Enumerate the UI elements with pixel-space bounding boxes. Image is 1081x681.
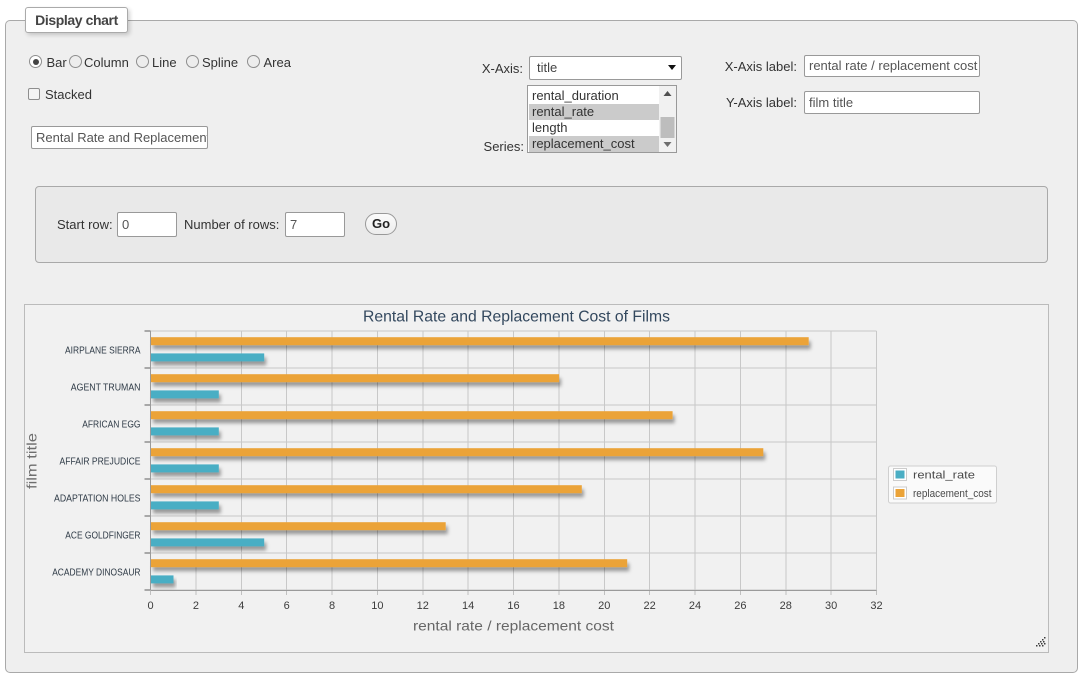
svg-text:ADAPTATION HOLES: ADAPTATION HOLES	[54, 493, 141, 504]
svg-text:6: 6	[284, 600, 290, 612]
svg-text:4: 4	[238, 600, 244, 612]
svg-text:22: 22	[644, 600, 656, 612]
svg-text:AFRICAN EGG: AFRICAN EGG	[82, 419, 140, 430]
svg-text:12: 12	[417, 600, 429, 612]
svg-text:Rental Rate and Replacement Co: Rental Rate and Replacement Cost of Film…	[363, 309, 670, 326]
svg-text:24: 24	[689, 600, 701, 612]
svg-text:16: 16	[507, 600, 519, 612]
svg-text:0: 0	[147, 600, 153, 612]
svg-text:AGENT TRUMAN: AGENT TRUMAN	[71, 382, 141, 393]
svg-text:32: 32	[870, 600, 882, 612]
svg-text:AFFAIR PREJUDICE: AFFAIR PREJUDICE	[60, 456, 141, 467]
svg-text:rental_rate: rental_rate	[913, 470, 975, 482]
svg-text:28: 28	[780, 600, 792, 612]
svg-text:8: 8	[329, 600, 335, 612]
svg-text:replacement_cost: replacement_cost	[913, 488, 992, 500]
svg-text:AIRPLANE SIERRA: AIRPLANE SIERRA	[65, 345, 141, 356]
svg-text:rental rate / replacement cost: rental rate / replacement cost	[413, 618, 614, 634]
svg-text:ACE GOLDFINGER: ACE GOLDFINGER	[65, 530, 140, 541]
svg-text:ACADEMY DINOSAUR: ACADEMY DINOSAUR	[52, 567, 140, 578]
svg-text:2: 2	[193, 600, 199, 612]
svg-text:20: 20	[598, 600, 610, 612]
svg-text:26: 26	[734, 600, 746, 612]
svg-text:14: 14	[462, 600, 474, 612]
svg-text:10: 10	[371, 600, 383, 612]
svg-text:18: 18	[553, 600, 565, 612]
svg-text:film title: film title	[24, 433, 40, 489]
svg-text:30: 30	[825, 600, 837, 612]
